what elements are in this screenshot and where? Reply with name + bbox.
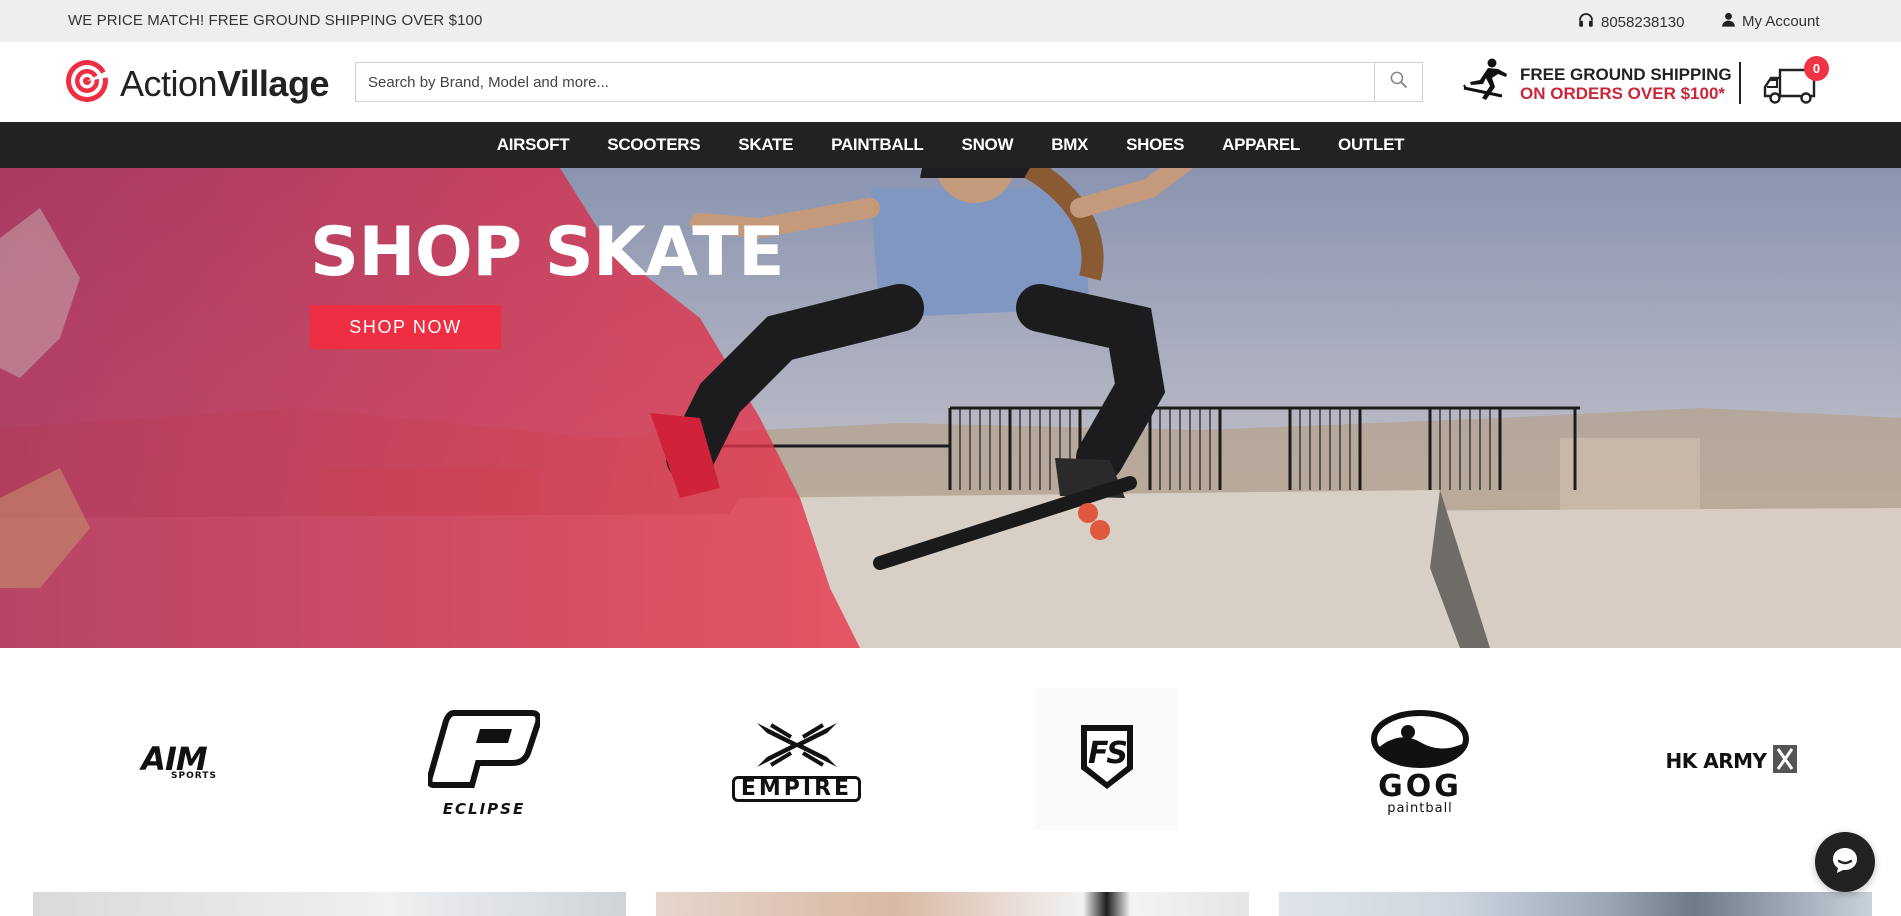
brand-aim-label: AIM xyxy=(141,740,208,778)
search-button[interactable] xyxy=(1374,63,1422,101)
logo-target-icon xyxy=(64,58,110,109)
headset-icon xyxy=(1577,11,1595,33)
search-icon xyxy=(1389,70,1408,94)
nav-item-skate[interactable]: SKATE xyxy=(719,135,812,155)
nav-item-paintball[interactable]: PAINTBALL xyxy=(812,135,942,155)
brand-gog-paintball[interactable]: GOG paintball xyxy=(1360,703,1480,823)
search-bar xyxy=(355,62,1423,102)
cart-button[interactable]: 0 xyxy=(1762,56,1829,106)
hk-army-emblem-icon xyxy=(1772,744,1798,779)
nav-item-airsoft[interactable]: AIRSOFT xyxy=(478,135,589,155)
nav-item-apparel[interactable]: APPAREL xyxy=(1203,135,1319,155)
eclipse-logo-icon xyxy=(426,707,542,796)
brand-aim-sub: SPORTS xyxy=(171,771,217,781)
announcement-bar: WE PRICE MATCH! FREE GROUND SHIPPING OVE… xyxy=(0,0,1901,42)
brand-logo-strip: AIM SPORTS ECLIPSE EMPIRE FS GOG paintba… xyxy=(0,648,1901,888)
brand-hk-army-label: HK ARMY xyxy=(1665,749,1767,773)
brand-empire-label: EMPIRE xyxy=(731,776,862,802)
brand-first-strike[interactable]: FS xyxy=(1036,688,1178,830)
shipping-line-2: ON ORDERS OVER $100* xyxy=(1520,83,1726,103)
nav-item-shoes[interactable]: SHOES xyxy=(1107,135,1203,155)
brand-gog-label: GOG xyxy=(1378,769,1462,804)
user-icon xyxy=(1720,11,1737,32)
category-card-2[interactable] xyxy=(656,892,1249,916)
chat-bubble-icon xyxy=(1830,845,1860,880)
header-divider xyxy=(1739,62,1741,104)
site-header: ActionVillage FREE GROUND SHIPPING ON OR… xyxy=(0,42,1901,122)
phone-number: 8058238130 xyxy=(1601,13,1685,31)
cart-count-badge: 0 xyxy=(1804,56,1829,81)
brand-aim-sports[interactable]: AIM SPORTS xyxy=(104,738,244,788)
site-logo[interactable]: ActionVillage xyxy=(64,58,329,109)
brand-fs-label: FS xyxy=(1087,736,1128,771)
shop-now-button[interactable]: SHOP NOW xyxy=(310,305,501,349)
logo-wordmark: ActionVillage xyxy=(120,62,329,104)
category-card-3[interactable] xyxy=(1279,892,1872,916)
gog-logo-icon xyxy=(1370,710,1470,773)
brand-hk-army[interactable]: HK ARMY xyxy=(1662,743,1802,779)
promo-text: WE PRICE MATCH! FREE GROUND SHIPPING OVE… xyxy=(68,12,483,29)
main-navigation: AIRSOFT SCOOTERS SKATE PAINTBALL SNOW BM… xyxy=(0,122,1901,168)
my-account-link[interactable]: My Account xyxy=(1720,11,1820,32)
my-account-label: My Account xyxy=(1742,13,1820,30)
chat-widget-button[interactable] xyxy=(1815,832,1875,892)
empire-logo-icon xyxy=(747,719,847,774)
hero-skater-photo xyxy=(0,168,1901,648)
shipping-line-1: FREE GROUND SHIPPING xyxy=(1520,64,1732,84)
category-card-1[interactable] xyxy=(33,892,626,916)
nav-item-snow[interactable]: SNOW xyxy=(943,135,1033,155)
phone-link[interactable]: 8058238130 xyxy=(1577,11,1684,33)
brand-eclipse[interactable]: ECLIPSE xyxy=(424,703,544,821)
brand-gog-sub: paintball xyxy=(1387,801,1453,816)
hero-banner[interactable]: SHOP SKATE SHOP NOW xyxy=(0,168,1901,648)
nav-item-scooters[interactable]: SCOOTERS xyxy=(588,135,719,155)
hero-title: SHOP SKATE xyxy=(310,213,785,292)
logo-word-village: Village xyxy=(217,62,329,104)
brand-empire[interactable]: EMPIRE xyxy=(724,718,869,803)
logo-word-action: Action xyxy=(120,62,218,104)
free-shipping-banner: FREE GROUND SHIPPING ON ORDERS OVER $100… xyxy=(1462,58,1732,109)
skater-icon xyxy=(1462,58,1510,109)
brand-eclipse-label: ECLIPSE xyxy=(442,799,526,818)
nav-item-bmx[interactable]: BMX xyxy=(1032,135,1107,155)
nav-item-outlet[interactable]: OUTLET xyxy=(1319,135,1423,155)
search-input[interactable] xyxy=(356,63,1374,101)
shipping-text: FREE GROUND SHIPPING ON ORDERS OVER $100… xyxy=(1520,65,1732,103)
